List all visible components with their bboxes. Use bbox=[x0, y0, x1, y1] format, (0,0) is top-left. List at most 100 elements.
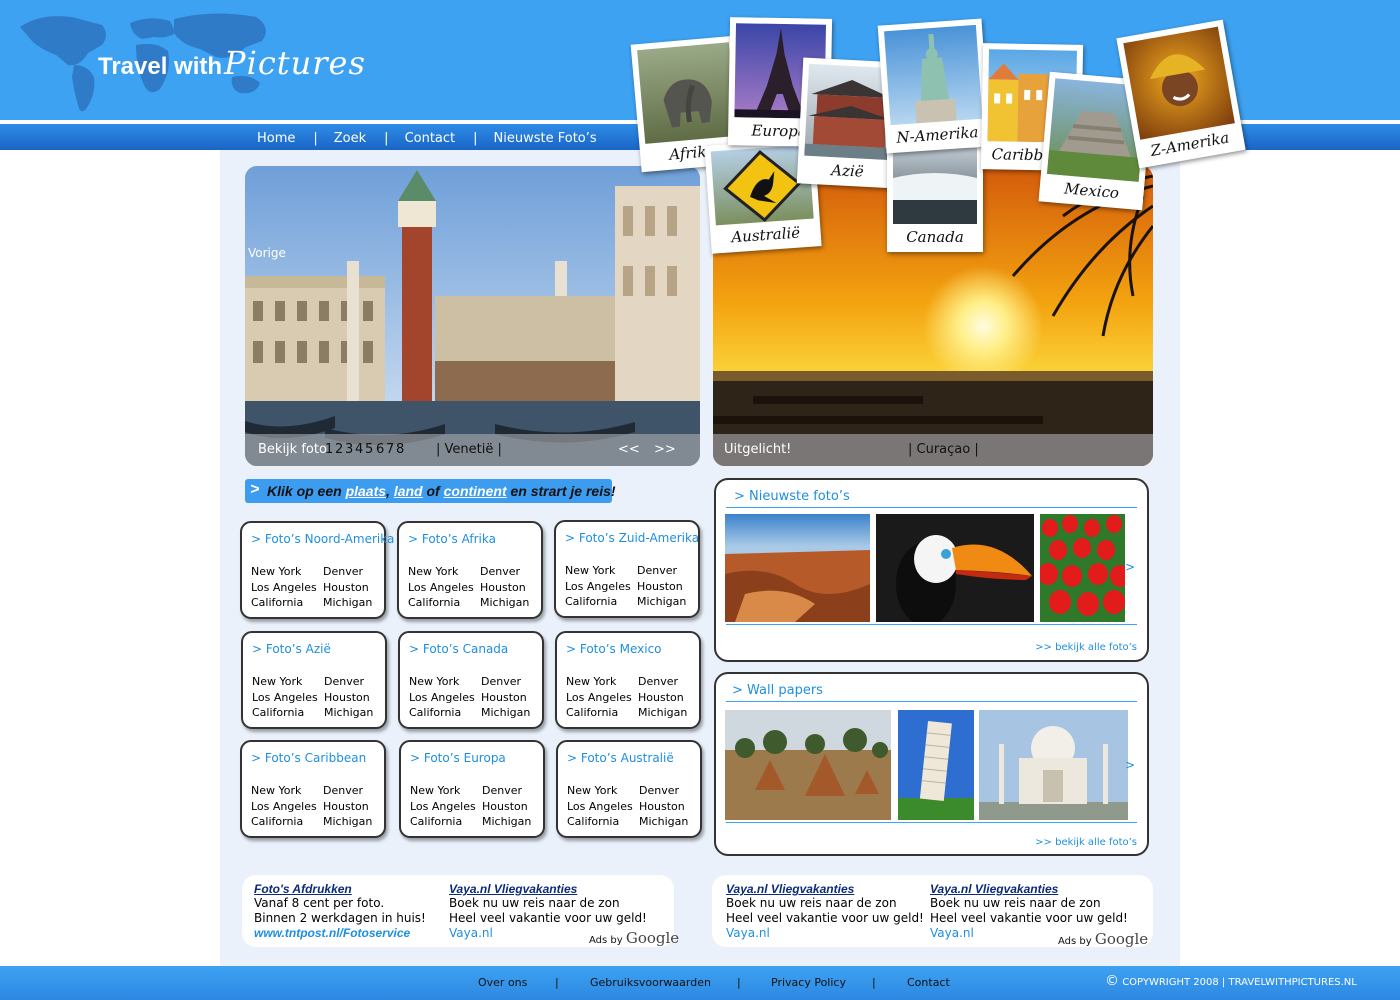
photo-page-4[interactable]: 4 bbox=[355, 442, 363, 457]
city-link[interactable]: Houston bbox=[481, 690, 530, 706]
slide-prev-arrows[interactable]: << bbox=[618, 442, 640, 457]
city-link[interactable]: Los Angeles bbox=[408, 580, 474, 596]
city-link[interactable]: Michigan bbox=[324, 705, 373, 721]
card-australie[interactable]: > Foto’s Australië New York Los Angeles Ca… bbox=[556, 740, 702, 838]
footer-link-privacy-policy[interactable]: Privacy Policy bbox=[771, 976, 846, 989]
city-link[interactable]: Michigan bbox=[323, 595, 372, 611]
nav-home[interactable]: Home bbox=[257, 131, 295, 146]
card-caribbean[interactable]: > Foto’s Caribbean New York Los Angeles Ca… bbox=[240, 740, 386, 838]
city-link[interactable]: Michigan bbox=[637, 594, 686, 610]
city-link[interactable]: New York bbox=[408, 564, 474, 580]
city-link[interactable]: Denver bbox=[323, 783, 372, 799]
photo-page-6[interactable]: 6 bbox=[376, 442, 384, 457]
thumb-tulips[interactable] bbox=[1040, 514, 1125, 622]
city-link[interactable]: Houston bbox=[324, 690, 373, 706]
city-link[interactable]: Denver bbox=[324, 674, 373, 690]
thumb-bagan[interactable] bbox=[725, 710, 891, 820]
city-link[interactable]: Los Angeles bbox=[251, 580, 317, 596]
nav-zoek[interactable]: Zoek bbox=[334, 131, 366, 146]
thumb-grand-canyon[interactable] bbox=[725, 514, 870, 622]
ads-by-google[interactable]: Ads by Google bbox=[1058, 930, 1148, 948]
city-link[interactable]: Houston bbox=[637, 579, 686, 595]
city-link[interactable]: Houston bbox=[639, 799, 688, 815]
city-link[interactable]: Michigan bbox=[480, 595, 529, 611]
photo-page-7[interactable]: 7 bbox=[386, 442, 394, 457]
card-europa[interactable]: > Foto’s Europa New York Los Angeles Calif… bbox=[399, 740, 545, 838]
card-azie[interactable]: > Foto’s Azië New York Los Angeles Califor… bbox=[241, 631, 387, 729]
city-link[interactable]: New York bbox=[251, 783, 317, 799]
city-link[interactable]: Houston bbox=[323, 580, 372, 596]
city-link[interactable]: New York bbox=[410, 783, 476, 799]
city-link[interactable]: Los Angeles bbox=[409, 690, 475, 706]
city-link[interactable]: Los Angeles bbox=[410, 799, 476, 815]
newest-photos-title[interactable]: > Nieuwste foto’s bbox=[734, 489, 850, 504]
polaroid-z-amerika[interactable]: Z-Amerika bbox=[1116, 19, 1246, 169]
nav-contact[interactable]: Contact bbox=[405, 131, 456, 146]
city-link[interactable]: Denver bbox=[481, 674, 530, 690]
city-link[interactable]: New York bbox=[252, 674, 318, 690]
ad-unit[interactable]: Vaya.nl Vliegvakanties Boek nu uw reis n… bbox=[726, 882, 924, 941]
city-link[interactable]: Michigan bbox=[481, 705, 530, 721]
card-zuid-amerika[interactable]: > Foto’s Zuid-Amerika New York Los Angele… bbox=[554, 520, 700, 618]
city-link[interactable]: New York bbox=[409, 674, 475, 690]
city-link[interactable]: Michigan bbox=[639, 814, 688, 830]
wallpapers-view-all-link[interactable]: >> bekijk alle foto’s bbox=[1035, 837, 1137, 848]
footer-link-contact[interactable]: Contact bbox=[907, 976, 950, 989]
card-canada[interactable]: > Foto’s Canada New York Los Angeles Calif… bbox=[398, 631, 544, 729]
nav-nieuwste-fotos[interactable]: Nieuwste Foto’s bbox=[494, 131, 597, 146]
ad-unit[interactable]: Foto's Afdrukken Vanaf 8 cent per foto. … bbox=[254, 882, 426, 940]
city-link[interactable]: Michigan bbox=[482, 814, 531, 830]
city-link[interactable]: Los Angeles bbox=[565, 579, 631, 595]
banner-link-plaats[interactable]: plaats bbox=[346, 483, 386, 499]
newest-next-button[interactable]: > bbox=[1125, 560, 1135, 574]
city-link[interactable]: California bbox=[566, 705, 632, 721]
city-link[interactable]: California bbox=[408, 595, 474, 611]
city-link[interactable]: Houston bbox=[638, 690, 687, 706]
slide-next-arrows[interactable]: >> bbox=[654, 442, 676, 457]
city-link[interactable]: Houston bbox=[323, 799, 372, 815]
card-afrika[interactable]: > Foto’s Afrika New York Los Angeles Calif… bbox=[397, 521, 543, 619]
footer-link-gebruiksvoorwaarden[interactable]: Gebruiksvoorwaarden bbox=[590, 976, 711, 989]
city-link[interactable]: Denver bbox=[639, 783, 688, 799]
thumb-pisa[interactable] bbox=[898, 710, 974, 820]
city-link[interactable]: Michigan bbox=[323, 814, 372, 830]
slideshow-prev-button[interactable]: Vorige bbox=[248, 246, 286, 260]
city-link[interactable]: Houston bbox=[482, 799, 531, 815]
city-link[interactable]: Denver bbox=[638, 674, 687, 690]
photo-page-3[interactable]: 3 bbox=[345, 442, 353, 457]
wallpapers-next-button[interactable]: > bbox=[1125, 758, 1135, 772]
photo-page-1[interactable]: 1 bbox=[325, 442, 333, 457]
city-link[interactable]: Los Angeles bbox=[251, 799, 317, 815]
card-title[interactable]: > Foto’s Mexico bbox=[566, 642, 662, 656]
city-link[interactable]: Denver bbox=[323, 564, 372, 580]
photo-page-5[interactable]: 5 bbox=[365, 442, 373, 457]
footer-link-over-ons[interactable]: Over ons bbox=[478, 976, 527, 989]
slideshow-venice[interactable]: Vorige Bekijk foto 1 2 3 4 5 6 7 8 | Ven… bbox=[245, 166, 700, 466]
card-title[interactable]: > Foto’s Australië bbox=[567, 751, 674, 765]
card-noord-amerika[interactable]: > Foto’s Noord-Amerika New York Los Angel… bbox=[240, 521, 394, 619]
city-link[interactable]: Los Angeles bbox=[252, 690, 318, 706]
photo-page-2[interactable]: 2 bbox=[335, 442, 343, 457]
city-link[interactable]: New York bbox=[565, 563, 631, 579]
city-link[interactable]: Los Angeles bbox=[567, 799, 633, 815]
ad-url[interactable]: Vaya.nl bbox=[726, 926, 924, 941]
city-link[interactable]: California bbox=[410, 814, 476, 830]
city-link[interactable]: California bbox=[252, 705, 318, 721]
card-title[interactable]: > Foto’s Europa bbox=[410, 751, 506, 765]
city-link[interactable]: California bbox=[567, 814, 633, 830]
city-link[interactable]: New York bbox=[567, 783, 633, 799]
ad-heading[interactable]: Foto's Afdrukken bbox=[254, 882, 426, 896]
card-title[interactable]: > Foto’s Caribbean bbox=[251, 751, 366, 765]
polaroid-n-amerika[interactable]: N-Amerika bbox=[877, 18, 991, 154]
photo-page-8[interactable]: 8 bbox=[396, 442, 404, 457]
wallpapers-title[interactable]: > Wall papers bbox=[732, 683, 823, 698]
polaroid-canada[interactable]: Canada bbox=[887, 142, 983, 252]
city-link[interactable]: Los Angeles bbox=[566, 690, 632, 706]
card-mexico[interactable]: > Foto’s Mexico New York Los Angeles Calif… bbox=[555, 631, 701, 729]
banner-link-continent[interactable]: continent bbox=[444, 483, 507, 499]
card-title[interactable]: > Foto’s Zuid-Amerika bbox=[565, 531, 699, 545]
city-link[interactable]: New York bbox=[566, 674, 632, 690]
thumb-toucan[interactable] bbox=[876, 514, 1034, 622]
city-link[interactable]: California bbox=[251, 814, 317, 830]
ad-heading[interactable]: Vaya.nl Vliegvakanties bbox=[726, 882, 924, 896]
